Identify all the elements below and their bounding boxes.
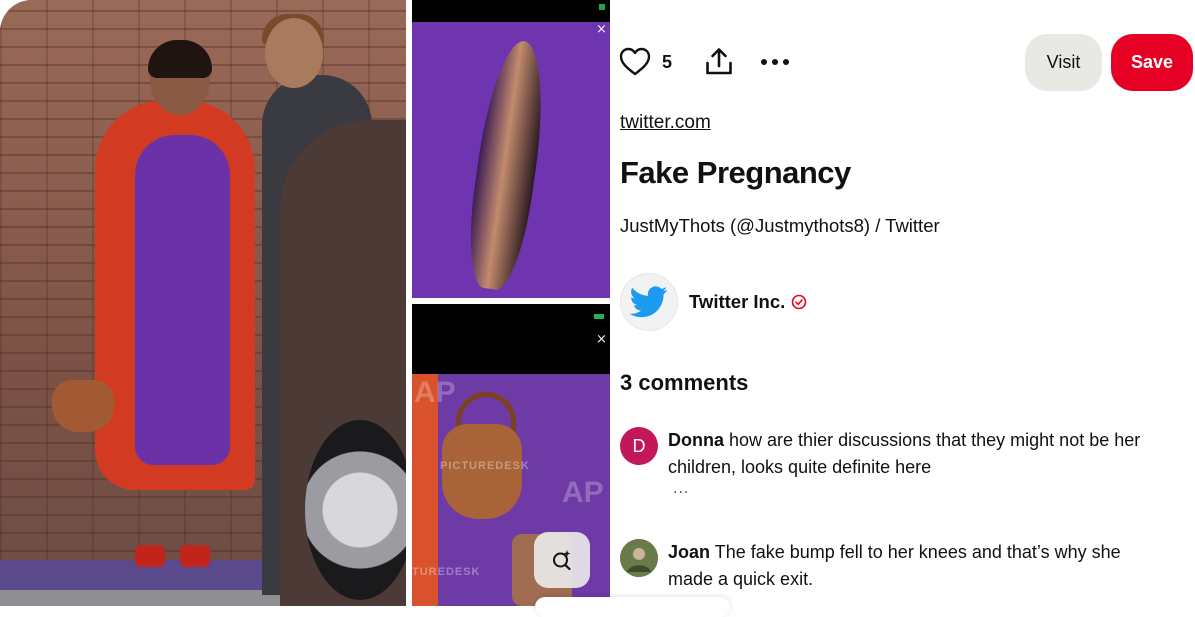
avatar[interactable] (620, 539, 658, 577)
visual-search-button[interactable] (534, 532, 590, 588)
watermark-text: PICTUREDESK (440, 460, 530, 472)
save-button[interactable]: Save (1111, 34, 1193, 91)
visit-button[interactable]: Visit (1025, 34, 1102, 91)
comment-more-options[interactable]: ... (673, 480, 689, 498)
close-icon: × (596, 332, 607, 347)
watermark-text: TUREDESK (412, 566, 481, 578)
twitter-bird-icon (630, 286, 668, 318)
like-count: 5 (662, 51, 673, 72)
comment-author[interactable]: Donna (668, 430, 724, 450)
more-icon (761, 59, 790, 65)
watermark-logo: AP (414, 376, 456, 409)
zoom-crop-top: × (412, 0, 610, 298)
like-button[interactable] (618, 45, 652, 79)
verified-icon (791, 294, 807, 310)
creator-name[interactable]: Twitter Inc. (689, 291, 785, 313)
pin-actions: 5 (618, 40, 792, 84)
avatar[interactable]: D (620, 427, 658, 465)
main-photo (0, 0, 406, 606)
comment-item: Joan The fake bump fell to her knees and… (620, 539, 1180, 593)
source-link[interactable]: twitter.com (620, 112, 711, 134)
verified-badge (791, 294, 807, 310)
comments-heading: 3 comments (620, 370, 749, 395)
pin-title: Fake Pregnancy (620, 155, 851, 190)
comment-item: D Donna how are thier discussions that t… (620, 427, 1180, 481)
pin-description: JustMyThots (@Justmythots8) / Twitter (620, 215, 940, 236)
watermark-logo: AP (562, 476, 604, 509)
creator-profile[interactable]: Twitter Inc. (620, 273, 807, 331)
more-options-button[interactable] (758, 45, 792, 79)
share-button[interactable] (702, 45, 736, 79)
comment-text: The fake bump fell to her knees and that… (668, 542, 1121, 589)
comment-author[interactable]: Joan (668, 542, 710, 562)
avatar[interactable] (620, 273, 678, 331)
share-icon (706, 48, 732, 75)
pin-image[interactable]: × × AP AP PICTUREDESK TUREDESK (0, 0, 610, 606)
heart-icon (619, 47, 651, 76)
visual-search-icon (553, 550, 571, 571)
comment-text: how are thier discussions that they migh… (668, 430, 1141, 477)
bottom-bar (535, 597, 730, 617)
close-icon: × (596, 22, 607, 37)
user-photo-icon (620, 539, 658, 577)
